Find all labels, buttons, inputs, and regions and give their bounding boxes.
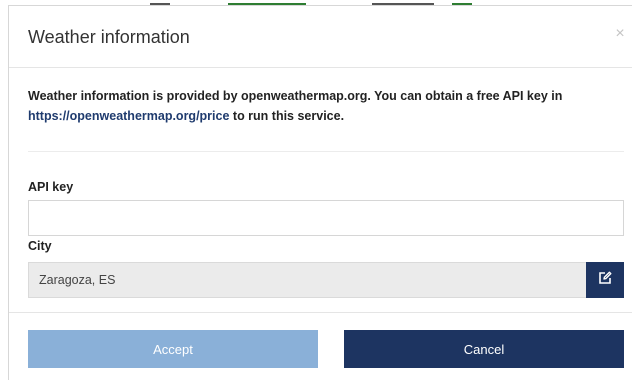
- city-input[interactable]: [28, 262, 586, 298]
- footer-divider: [9, 312, 632, 313]
- accept-button[interactable]: Accept: [28, 330, 318, 368]
- dialog-header: Weather information ×: [9, 6, 632, 68]
- weather-info-dialog: Weather information × Weather informatio…: [8, 5, 632, 380]
- city-edit-button[interactable]: [586, 262, 624, 298]
- city-label: City: [28, 239, 52, 253]
- api-key-label: API key: [28, 180, 74, 194]
- edit-icon: [598, 271, 612, 290]
- dialog-title: Weather information: [28, 27, 190, 47]
- intro-text-body: Weather information is provided by openw…: [28, 89, 563, 103]
- openweathermap-price-link[interactable]: https://openweathermap.org/price: [28, 109, 229, 123]
- intro-text: Weather information is provided by openw…: [28, 86, 624, 126]
- intro-text-suffix: to run this service.: [232, 109, 345, 123]
- cancel-button[interactable]: Cancel: [344, 330, 624, 368]
- api-key-input[interactable]: [28, 200, 624, 236]
- section-divider: [28, 151, 624, 152]
- city-field-group: [28, 262, 624, 298]
- close-icon[interactable]: ×: [612, 26, 628, 42]
